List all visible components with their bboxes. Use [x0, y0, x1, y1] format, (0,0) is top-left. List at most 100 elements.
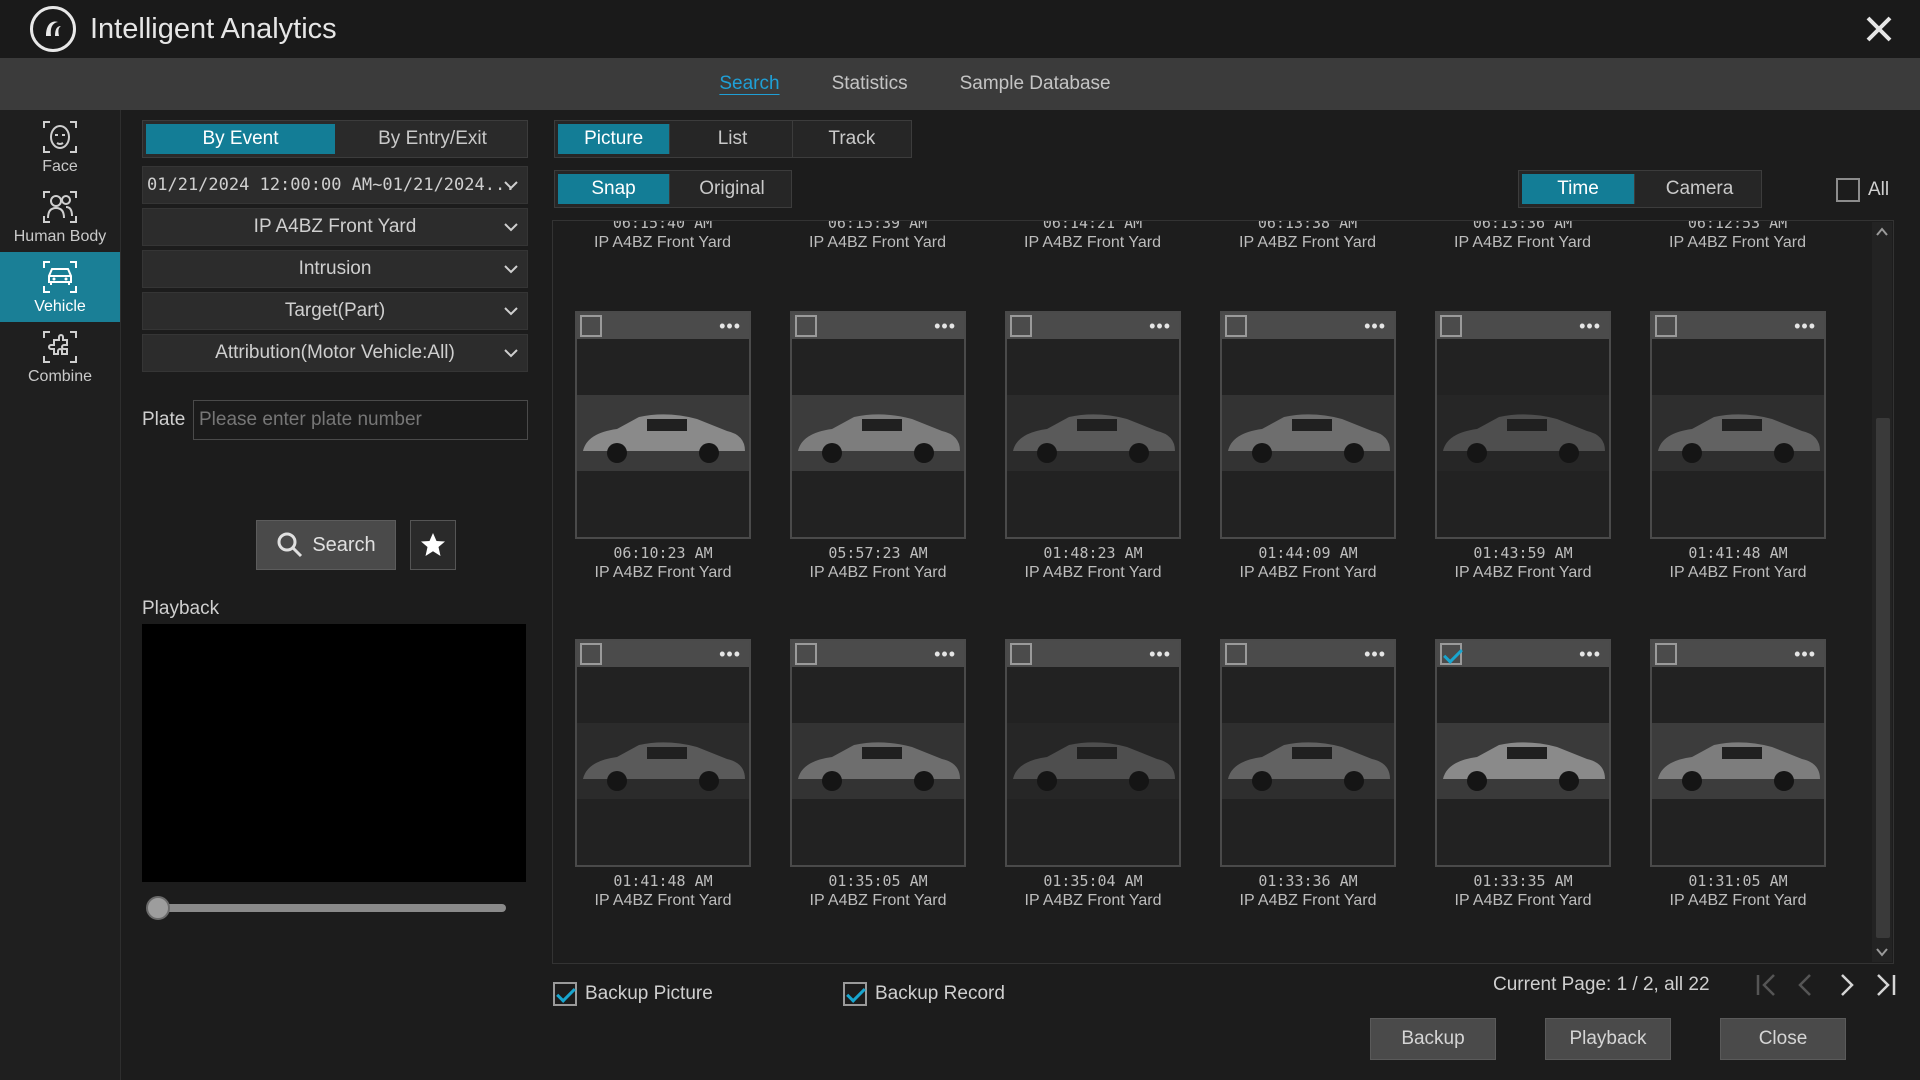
- sidebar-item-human-body[interactable]: Human Body: [0, 182, 120, 252]
- tab-sample-database[interactable]: Sample Database: [960, 73, 1111, 95]
- date-range-dropdown[interactable]: 01/21/2024 12:00:00 AM~01/21/2024...: [142, 166, 528, 204]
- result-select-checkbox[interactable]: [1225, 643, 1247, 665]
- result-snapshot[interactable]: [792, 667, 964, 865]
- by-event-button[interactable]: By Event: [146, 124, 335, 154]
- attribution-dropdown[interactable]: Attribution(Motor Vehicle:All): [142, 334, 528, 372]
- result-card[interactable]: ••• 01:41:48 AM IP A4BZ Front Yard: [575, 639, 751, 911]
- scroll-up-icon[interactable]: [1874, 224, 1890, 240]
- result-card[interactable]: ••• 01:48:23 AM IP A4BZ Front Yard: [1005, 311, 1181, 583]
- more-options-icon[interactable]: •••: [1364, 316, 1386, 337]
- backup-record-checkbox[interactable]: [843, 982, 867, 1006]
- result-select-checkbox[interactable]: [795, 315, 817, 337]
- backup-record-option[interactable]: Backup Record: [843, 982, 1005, 1006]
- tab-statistics[interactable]: Statistics: [832, 73, 908, 95]
- picture-tab[interactable]: Picture: [558, 124, 671, 154]
- result-thumbnail-frame[interactable]: •••: [1650, 639, 1826, 867]
- result-thumbnail-frame[interactable]: •••: [1435, 311, 1611, 539]
- result-card[interactable]: ••• 01:41:48 AM IP A4BZ Front Yard: [1650, 311, 1826, 583]
- results-scrollbar[interactable]: [1872, 222, 1892, 962]
- camera-dropdown[interactable]: IP A4BZ Front Yard: [142, 208, 528, 246]
- more-options-icon[interactable]: •••: [1579, 644, 1601, 665]
- result-snapshot[interactable]: [577, 667, 749, 865]
- track-tab[interactable]: Track: [793, 121, 911, 157]
- event-type-dropdown[interactable]: Intrusion: [142, 250, 528, 288]
- result-card[interactable]: ••• 01:31:05 AM IP A4BZ Front Yard: [1650, 639, 1826, 911]
- result-select-checkbox[interactable]: [1440, 315, 1462, 337]
- result-thumbnail-frame[interactable]: •••: [1005, 311, 1181, 539]
- list-tab[interactable]: List: [673, 121, 793, 157]
- backup-picture-option[interactable]: Backup Picture: [553, 982, 713, 1006]
- more-options-icon[interactable]: •••: [719, 316, 741, 337]
- sidebar-item-combine[interactable]: Combine: [0, 322, 120, 392]
- result-thumbnail-frame[interactable]: •••: [1005, 639, 1181, 867]
- result-select-checkbox[interactable]: [580, 643, 602, 665]
- plate-number-input[interactable]: [193, 400, 528, 440]
- more-options-icon[interactable]: •••: [1579, 316, 1601, 337]
- playback-button[interactable]: Playback: [1545, 1018, 1671, 1060]
- result-thumbnail-frame[interactable]: •••: [1220, 639, 1396, 867]
- sidebar-item-vehicle[interactable]: Vehicle: [0, 252, 120, 322]
- close-window-icon[interactable]: [1860, 10, 1898, 48]
- first-page-icon[interactable]: [1752, 970, 1780, 1000]
- more-options-icon[interactable]: •••: [934, 644, 956, 665]
- close-button[interactable]: Close: [1720, 1018, 1846, 1060]
- result-thumbnail-frame[interactable]: •••: [1650, 311, 1826, 539]
- more-options-icon[interactable]: •••: [934, 316, 956, 337]
- result-card[interactable]: ••• 05:57:23 AM IP A4BZ Front Yard: [790, 311, 966, 583]
- result-thumbnail-frame[interactable]: •••: [790, 311, 966, 539]
- result-card[interactable]: ••• 06:10:23 AM IP A4BZ Front Yard: [575, 311, 751, 583]
- prev-page-icon[interactable]: [1792, 970, 1820, 1000]
- result-snapshot[interactable]: [1652, 339, 1824, 537]
- result-snapshot[interactable]: [1437, 339, 1609, 537]
- snap-tab[interactable]: Snap: [558, 174, 671, 204]
- result-select-checkbox[interactable]: [1010, 315, 1032, 337]
- playback-slider-track[interactable]: [158, 904, 506, 912]
- sidebar-item-face[interactable]: Face: [0, 112, 120, 182]
- result-thumbnail-frame[interactable]: •••: [575, 639, 751, 867]
- result-snapshot[interactable]: [1222, 339, 1394, 537]
- next-page-icon[interactable]: [1832, 970, 1860, 1000]
- result-card[interactable]: ••• 01:35:04 AM IP A4BZ Front Yard: [1005, 639, 1181, 911]
- result-thumbnail-frame[interactable]: •••: [1435, 639, 1611, 867]
- more-options-icon[interactable]: •••: [1149, 644, 1171, 665]
- result-snapshot[interactable]: [1652, 667, 1824, 865]
- result-snapshot[interactable]: [1222, 667, 1394, 865]
- sort-by-time-tab[interactable]: Time: [1522, 174, 1636, 204]
- result-card[interactable]: ••• 01:44:09 AM IP A4BZ Front Yard: [1220, 311, 1396, 583]
- scrollbar-thumb[interactable]: [1876, 418, 1890, 938]
- last-page-icon[interactable]: [1872, 970, 1900, 1000]
- result-snapshot[interactable]: [1007, 667, 1179, 865]
- original-tab[interactable]: Original: [673, 171, 791, 207]
- result-snapshot[interactable]: [577, 339, 749, 537]
- result-select-checkbox[interactable]: [1440, 643, 1462, 665]
- result-card[interactable]: ••• 01:43:59 AM IP A4BZ Front Yard: [1435, 311, 1611, 583]
- result-select-checkbox[interactable]: [1010, 643, 1032, 665]
- backup-picture-checkbox[interactable]: [553, 982, 577, 1006]
- favorite-button[interactable]: [410, 520, 456, 570]
- scroll-down-icon[interactable]: [1874, 944, 1890, 960]
- more-options-icon[interactable]: •••: [1149, 316, 1171, 337]
- playback-slider-handle[interactable]: [146, 896, 170, 920]
- more-options-icon[interactable]: •••: [1364, 644, 1386, 665]
- search-button[interactable]: Search: [256, 520, 396, 570]
- result-card[interactable]: ••• 01:33:36 AM IP A4BZ Front Yard: [1220, 639, 1396, 911]
- more-options-icon[interactable]: •••: [1794, 644, 1816, 665]
- result-select-checkbox[interactable]: [580, 315, 602, 337]
- more-options-icon[interactable]: •••: [1794, 316, 1816, 337]
- tab-search[interactable]: Search: [719, 73, 779, 95]
- result-snapshot[interactable]: [1007, 339, 1179, 537]
- result-select-checkbox[interactable]: [795, 643, 817, 665]
- result-thumbnail-frame[interactable]: •••: [790, 639, 966, 867]
- target-dropdown[interactable]: Target(Part): [142, 292, 528, 330]
- result-snapshot[interactable]: [792, 339, 964, 537]
- by-entry-exit-button[interactable]: By Entry/Exit: [338, 121, 527, 157]
- result-thumbnail-frame[interactable]: •••: [575, 311, 751, 539]
- select-all-checkbox[interactable]: [1836, 178, 1860, 202]
- result-select-checkbox[interactable]: [1225, 315, 1247, 337]
- backup-button[interactable]: Backup: [1370, 1018, 1496, 1060]
- result-thumbnail-frame[interactable]: •••: [1220, 311, 1396, 539]
- select-all[interactable]: All: [1836, 178, 1889, 202]
- more-options-icon[interactable]: •••: [719, 644, 741, 665]
- result-select-checkbox[interactable]: [1655, 643, 1677, 665]
- result-select-checkbox[interactable]: [1655, 315, 1677, 337]
